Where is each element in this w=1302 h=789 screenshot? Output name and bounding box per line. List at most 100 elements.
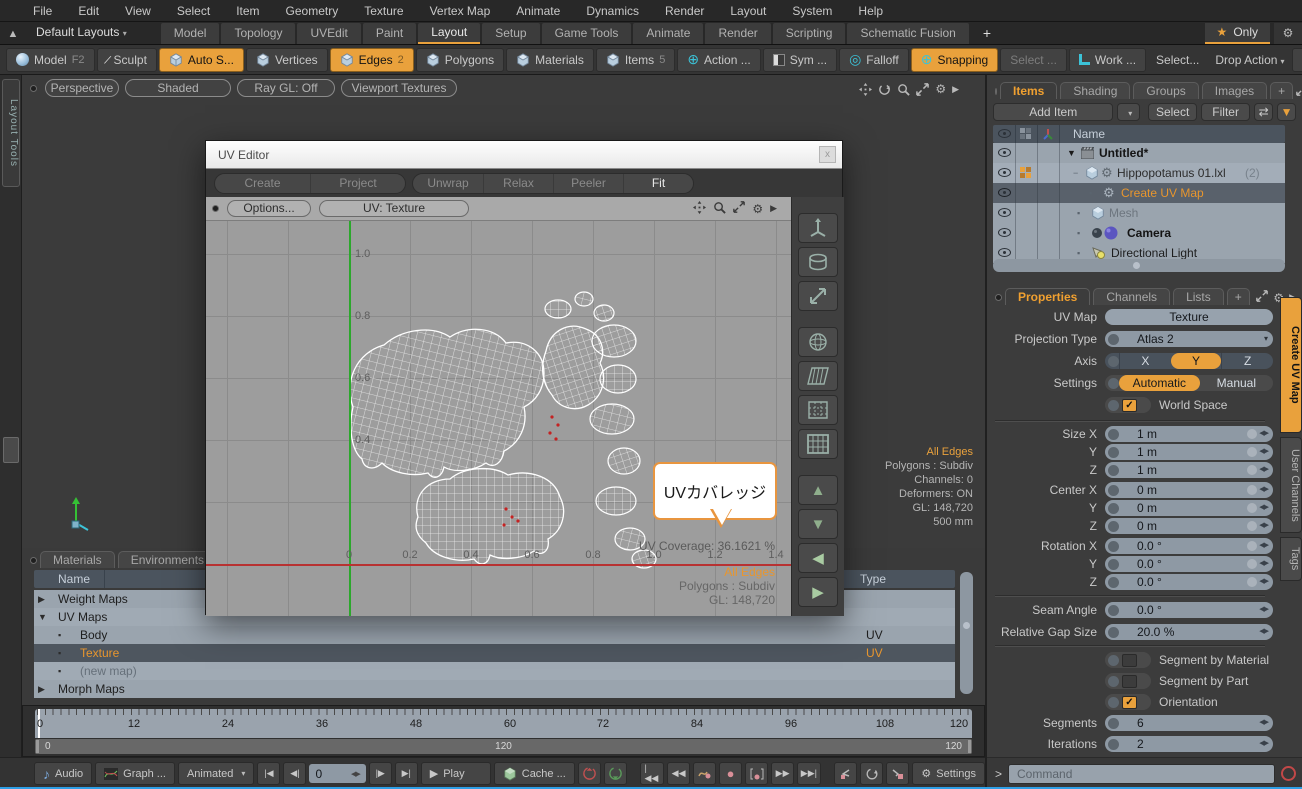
axis-x-button[interactable]: X (1119, 353, 1171, 369)
refresh-up-button[interactable] (578, 762, 601, 785)
vmap-scrollbar[interactable] (960, 572, 973, 694)
add-panel-tab-button[interactable]: + (1270, 82, 1293, 99)
menu-help[interactable]: Help (845, 4, 896, 18)
maximize-icon[interactable] (733, 201, 745, 216)
select-button[interactable]: Select (1148, 103, 1197, 121)
projection-type-dropdown[interactable]: Atlas 2▾ (1105, 331, 1273, 347)
viewport-raygl-button[interactable]: Ray GL: Off (237, 79, 335, 97)
list-item-body[interactable]: ▪BodyUV (34, 626, 955, 644)
segment-by-part-checkbox[interactable] (1105, 673, 1151, 689)
tree-row-create-uv-map[interactable]: ▪ ⚙ Create UV Map (993, 183, 1285, 203)
list-item-morph-maps[interactable]: ▶Morph Maps (34, 680, 955, 698)
list-item-new-map[interactable]: ▪(new map) (34, 662, 955, 680)
eye-icon[interactable] (998, 188, 1011, 197)
range-end-handle[interactable] (968, 740, 971, 753)
tab-setup[interactable]: Setup (482, 23, 539, 44)
gap-size-field[interactable]: 20.0 %◀▶ (1105, 624, 1273, 640)
audio-button[interactable]: ♪Audio (34, 762, 92, 785)
refresh-down-button[interactable] (604, 762, 627, 785)
size-y-field[interactable]: 1 m◀▶ (1105, 444, 1273, 460)
chevron-right-icon[interactable]: ▶ (952, 84, 959, 95)
tab-layout[interactable]: Layout (418, 23, 480, 44)
prev-keyframe-bracket-button[interactable]: |◀◀ (640, 762, 664, 785)
tab-schematic-fusion[interactable]: Schematic Fusion (847, 23, 968, 44)
tab-shading[interactable]: Shading (1060, 82, 1130, 99)
work-plane-button[interactable]: Work ... (1069, 48, 1146, 72)
menu-system[interactable]: System (779, 4, 845, 18)
pin-layout-icon[interactable]: ▲ (0, 24, 26, 44)
left-panel-handle[interactable] (3, 437, 19, 463)
menu-vertex-map[interactable]: Vertex Map (417, 4, 504, 18)
axis-y-button[interactable]: Y (1171, 353, 1222, 369)
add-panel-tab-button[interactable]: + (1227, 288, 1250, 305)
swap-button[interactable]: ⇄ (1254, 103, 1273, 121)
add-item-dropdown[interactable]: ▾ (1117, 103, 1140, 121)
segments-field[interactable]: 6◀▶ (1105, 715, 1273, 731)
record-button[interactable]: ● (719, 762, 742, 785)
collapse-icon[interactable]: ▼ (1067, 143, 1076, 163)
uv-tool-packed-grid-button[interactable] (798, 429, 838, 459)
menu-edit[interactable]: Edit (65, 4, 112, 18)
viewport-shading-button[interactable]: Shaded (125, 79, 231, 97)
eye-icon[interactable] (998, 148, 1011, 157)
uv-tab-relax[interactable]: Relax (483, 174, 553, 193)
list-item-texture[interactable]: ▪TextureUV (34, 644, 955, 662)
model-mode-button[interactable]: ModelF2 (6, 48, 95, 72)
uv-move-left-button[interactable]: ◀ (798, 543, 838, 573)
edges-mode-button[interactable]: Edges2 (330, 48, 414, 72)
tree-row-camera[interactable]: ▪ Camera (993, 223, 1285, 243)
tab-render[interactable]: Render (705, 23, 770, 44)
panel-wheel-icon[interactable] (30, 557, 37, 564)
tab-groups[interactable]: Groups (1133, 82, 1198, 99)
viewport-view-button[interactable]: Perspective (45, 79, 119, 97)
command-input[interactable] (1008, 764, 1275, 784)
eye-icon[interactable] (998, 228, 1011, 237)
uv-tool-sphere-button[interactable] (798, 327, 838, 357)
automatic-button[interactable]: Automatic (1119, 375, 1200, 391)
item-tree-scrollbar[interactable] (993, 259, 1285, 272)
tab-topology[interactable]: Topology (221, 23, 295, 44)
tab-uvedit[interactable]: UVEdit (297, 23, 360, 44)
select-menu-button[interactable]: Select... (1148, 53, 1207, 67)
uv-tool-plane-button[interactable] (798, 361, 838, 391)
uv-editor-titlebar[interactable]: UV Editor (206, 141, 842, 169)
manual-button[interactable]: Manual (1200, 375, 1273, 391)
timeline-range-bar[interactable]: 0 120 120 (35, 739, 972, 754)
menu-file[interactable]: File (20, 4, 65, 18)
panel-wheel-icon[interactable] (995, 294, 1002, 301)
uv-tab-peeler[interactable]: Peeler (553, 174, 623, 193)
uv-tool-grid-button[interactable] (798, 395, 838, 425)
add-layout-tab-button[interactable]: + (971, 23, 1003, 44)
gear-icon[interactable]: ⚙ (935, 82, 946, 96)
cache-button[interactable]: Cache ... (494, 762, 575, 785)
uv-move-up-button[interactable]: ▲ (798, 475, 838, 505)
polygons-mode-button[interactable]: Polygons (416, 48, 504, 72)
items-mode-button[interactable]: Items5 (596, 48, 675, 72)
timeline-ruler[interactable]: 0 12 24 36 48 60 72 84 96 108 120 (35, 709, 972, 738)
panel-wheel-icon[interactable] (212, 205, 219, 212)
menu-item[interactable]: Item (223, 4, 272, 18)
eye-icon[interactable] (998, 168, 1011, 177)
menu-dynamics[interactable]: Dynamics (573, 4, 652, 18)
world-space-checkbox[interactable]: ✓ (1105, 397, 1151, 413)
orientation-checkbox[interactable]: ✓ (1105, 694, 1151, 710)
undo-key-button[interactable] (834, 762, 857, 785)
play-button[interactable]: ▶Play (421, 762, 491, 785)
tree-row-scene[interactable]: ▼ Untitled* (993, 143, 1285, 163)
menu-render[interactable]: Render (652, 4, 717, 18)
redo-key-button[interactable] (860, 762, 883, 785)
side-tab-create-uv-map[interactable]: Create UV Map (1280, 297, 1302, 433)
frame-stepper[interactable]: ◀▶ (351, 770, 360, 778)
menu-animate[interactable]: Animate (503, 4, 573, 18)
prev-keyframe-button[interactable]: ◀◀ (667, 762, 690, 785)
chevron-right-icon[interactable]: ▶ (770, 203, 777, 214)
side-tab-user-channels[interactable]: User Channels (1280, 437, 1302, 533)
anim-curve-button[interactable] (693, 762, 716, 785)
add-key-button[interactable] (886, 762, 909, 785)
uv-tool-rotate-button[interactable] (798, 247, 838, 277)
eye-icon[interactable] (998, 208, 1011, 217)
collapse-icon[interactable]: ▼ (38, 608, 47, 626)
auto-select-button[interactable]: Auto S... (159, 48, 244, 72)
layout-gear-button[interactable]: ⚙ (1274, 23, 1302, 44)
rotation-x-field[interactable]: 0.0 °◀▶ (1105, 538, 1273, 554)
